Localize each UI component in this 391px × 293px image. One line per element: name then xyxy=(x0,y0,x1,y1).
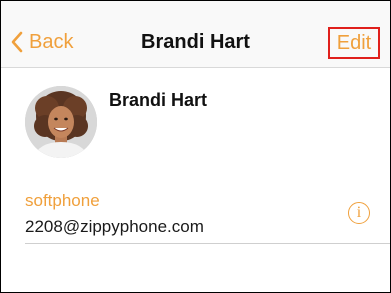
contact-header: Brandi Hart xyxy=(1,68,390,168)
avatar[interactable] xyxy=(25,86,97,158)
contact-name: Brandi Hart xyxy=(109,90,208,110)
phone-type-label: softphone xyxy=(25,191,100,210)
edit-button[interactable]: Edit xyxy=(328,27,380,59)
navigation-bar: Back Brandi Hart Edit xyxy=(1,1,390,68)
info-icon[interactable]: i xyxy=(348,202,370,224)
contact-detail-screen: Back Brandi Hart Edit Brandi Hart softph… xyxy=(0,0,391,293)
phone-row-softphone[interactable]: softphone 2208@zippyphone.com i xyxy=(25,191,390,244)
phone-number[interactable]: 2208@zippyphone.com xyxy=(25,217,204,237)
avatar-photo xyxy=(25,86,97,158)
